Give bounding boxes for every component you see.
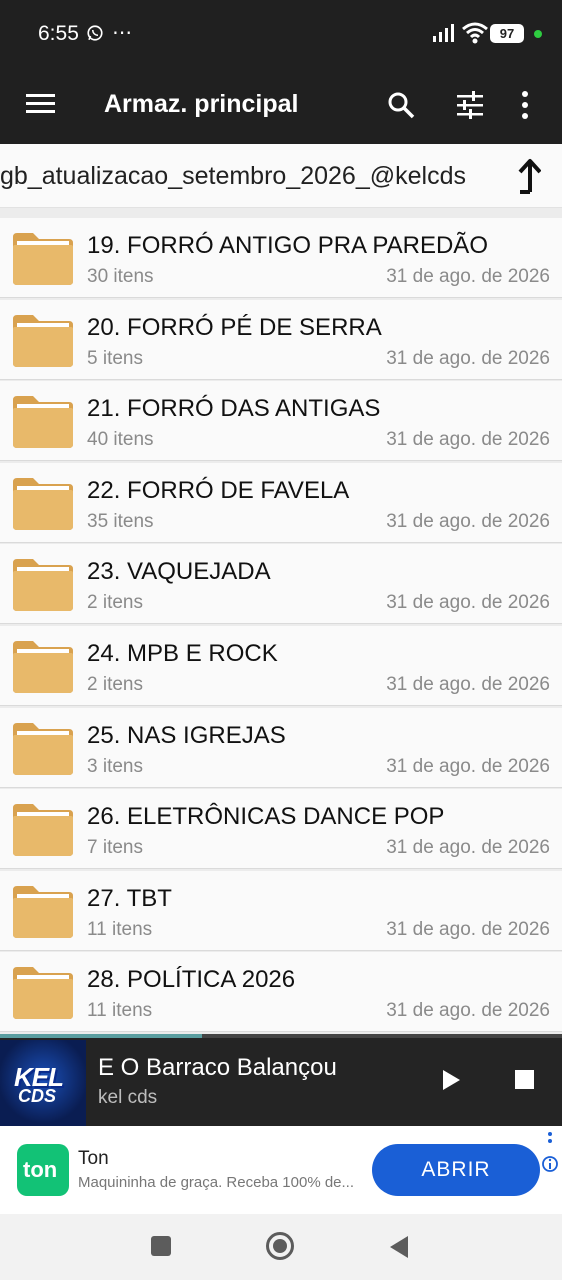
folder-item-count: 11 itens — [87, 1000, 153, 1022]
folder-date: 31 de ago. de 2026 — [386, 837, 550, 859]
track-artist: kel cds — [98, 1087, 158, 1108]
folder-name: 25. NAS IGREJAS — [87, 721, 286, 749]
ad-logo-text: ton — [23, 1157, 58, 1182]
folder-item-count: 5 itens — [87, 347, 143, 369]
stop-icon[interactable] — [515, 1070, 534, 1089]
folder-item-count: 40 itens — [87, 429, 154, 451]
folder-item-count: 11 itens — [87, 918, 153, 940]
ad-choices-icon[interactable] — [542, 1130, 560, 1179]
folder-date: 31 de ago. de 2026 — [386, 592, 550, 614]
folder-icon — [11, 394, 75, 455]
folder-icon — [11, 884, 75, 945]
more-vert-icon[interactable] — [520, 90, 530, 125]
folder-icon — [11, 231, 75, 292]
folder-item-count: 2 itens — [87, 592, 143, 614]
folder-icon — [11, 802, 75, 863]
list-item[interactable]: 21. FORRÓ DAS ANTIGAS 40 itens 31 de ago. … — [0, 381, 562, 462]
track-title: E O Barraco Balançou — [98, 1054, 337, 1081]
list-item[interactable]: 28. POLÍTICA 2026 11 itens 31 de ago. de 2… — [0, 952, 562, 1033]
signal-icon — [433, 24, 455, 47]
folder-date: 31 de ago. de 2026 — [386, 755, 550, 777]
player-progress-fill — [0, 1034, 203, 1038]
back-icon[interactable] — [388, 1234, 410, 1265]
ad-app-logo: ton — [17, 1144, 69, 1196]
music-player[interactable]: KEL CDS E O Barraco Balançou kel cds — [0, 1034, 562, 1126]
folder-name: 20. FORRÓ PÉ DE SERRA — [87, 313, 382, 341]
folder-icon — [11, 639, 75, 700]
folder-icon — [11, 965, 75, 1026]
status-time: 6:55 — [38, 22, 79, 45]
ad-open-button[interactable]: ABRIR — [372, 1144, 540, 1196]
battery-icon: 97 — [490, 24, 524, 43]
folder-name: 19. FORRÓ ANTIGO PRA PAREDÃO — [87, 232, 488, 259]
folder-item-count: 7 itens — [87, 837, 143, 859]
folder-name: 28. POLÍTICA 2026 — [87, 966, 296, 994]
privacy-indicator-dot — [534, 30, 542, 38]
recent-apps-icon[interactable] — [151, 1236, 171, 1256]
list-item[interactable]: 22. FORRÓ DE FAVELA 35 itens 31 de ago. de… — [0, 462, 562, 543]
home-icon[interactable] — [266, 1232, 294, 1260]
folder-date: 31 de ago. de 2026 — [386, 1000, 550, 1022]
system-nav-bar — [0, 1214, 562, 1280]
list-item[interactable]: 25. NAS IGREJAS 3 itens 31 de ago. de 2026 — [0, 707, 562, 788]
tune-icon[interactable] — [455, 90, 485, 125]
folder-date: 31 de ago. de 2026 — [386, 347, 550, 369]
wifi-icon — [462, 22, 488, 49]
list-item[interactable]: 20. FORRÓ PÉ DE SERRA 5 itens 31 de ago. d… — [0, 299, 562, 380]
menu-icon[interactable] — [26, 92, 56, 121]
folder-icon — [11, 557, 75, 618]
list-item[interactable]: 24. MPB E ROCK 2 itens 31 de ago. de 2026 — [0, 626, 562, 706]
status-bar: 6:55 ⋯ 97 — [0, 0, 562, 68]
folder-date: 31 de ago. de 2026 — [386, 429, 550, 451]
folder-icon — [11, 313, 75, 374]
whatsapp-icon — [86, 24, 104, 47]
page-title: Armaz. principal — [104, 90, 299, 118]
breadcrumb: gb_atualizacao_setembro_2026_@kelcds — [0, 144, 562, 208]
folder-list: 19. FORRÓ ANTIGO PRA PAREDÃO 30 itens 31 d… — [0, 208, 562, 1034]
folder-item-count: 3 itens — [87, 755, 143, 777]
folder-name: 26. ELETRÔNICAS DANCE POP — [87, 803, 445, 831]
folder-date: 31 de ago. de 2026 — [386, 674, 550, 695]
folder-name: 23. VAQUEJADA — [87, 558, 271, 586]
folder-icon — [11, 476, 75, 537]
folder-item-count: 2 itens — [87, 674, 143, 695]
player-progress-track[interactable] — [0, 1034, 562, 1038]
ad-title: Ton — [78, 1148, 109, 1169]
folder-item-count: 30 itens — [87, 266, 154, 287]
folder-item-count: 35 itens — [87, 510, 154, 532]
ad-banner[interactable]: ton Ton Maquininha de graça. Receba 100%… — [0, 1126, 562, 1214]
folder-name: 22. FORRÓ DE FAVELA — [87, 476, 350, 504]
folder-icon — [11, 721, 75, 782]
folder-date: 31 de ago. de 2026 — [386, 266, 550, 287]
arrow-up-icon[interactable] — [513, 158, 542, 199]
more-notifications-icon: ⋯ — [112, 22, 133, 44]
app-bar: Armaz. principal — [0, 68, 562, 144]
album-art: KEL CDS — [0, 1040, 86, 1126]
folder-name: 27. TBT — [87, 884, 172, 912]
play-icon[interactable] — [440, 1068, 462, 1097]
album-art-text: CDS — [18, 1086, 57, 1106]
ad-description: Maquininha de graça. Receba 100% de... — [78, 1174, 355, 1191]
folder-name: 21. FORRÓ DAS ANTIGAS — [87, 395, 381, 423]
folder-date: 31 de ago. de 2026 — [386, 510, 550, 532]
list-item[interactable]: 19. FORRÓ ANTIGO PRA PAREDÃO 30 itens 31 d… — [0, 218, 562, 298]
list-item[interactable]: 26. ELETRÔNICAS DANCE POP 7 itens 31 de ag… — [0, 789, 562, 870]
folder-date: 31 de ago. de 2026 — [386, 918, 550, 940]
list-item[interactable]: 27. TBT 11 itens 31 de ago. de 2026 — [0, 870, 562, 951]
search-icon[interactable] — [386, 90, 416, 125]
current-path[interactable]: gb_atualizacao_setembro_2026_@kelcds — [0, 162, 490, 191]
folder-name: 24. MPB E ROCK — [87, 640, 278, 667]
list-item[interactable]: 23. VAQUEJADA 2 itens 31 de ago. de 2026 — [0, 544, 562, 625]
